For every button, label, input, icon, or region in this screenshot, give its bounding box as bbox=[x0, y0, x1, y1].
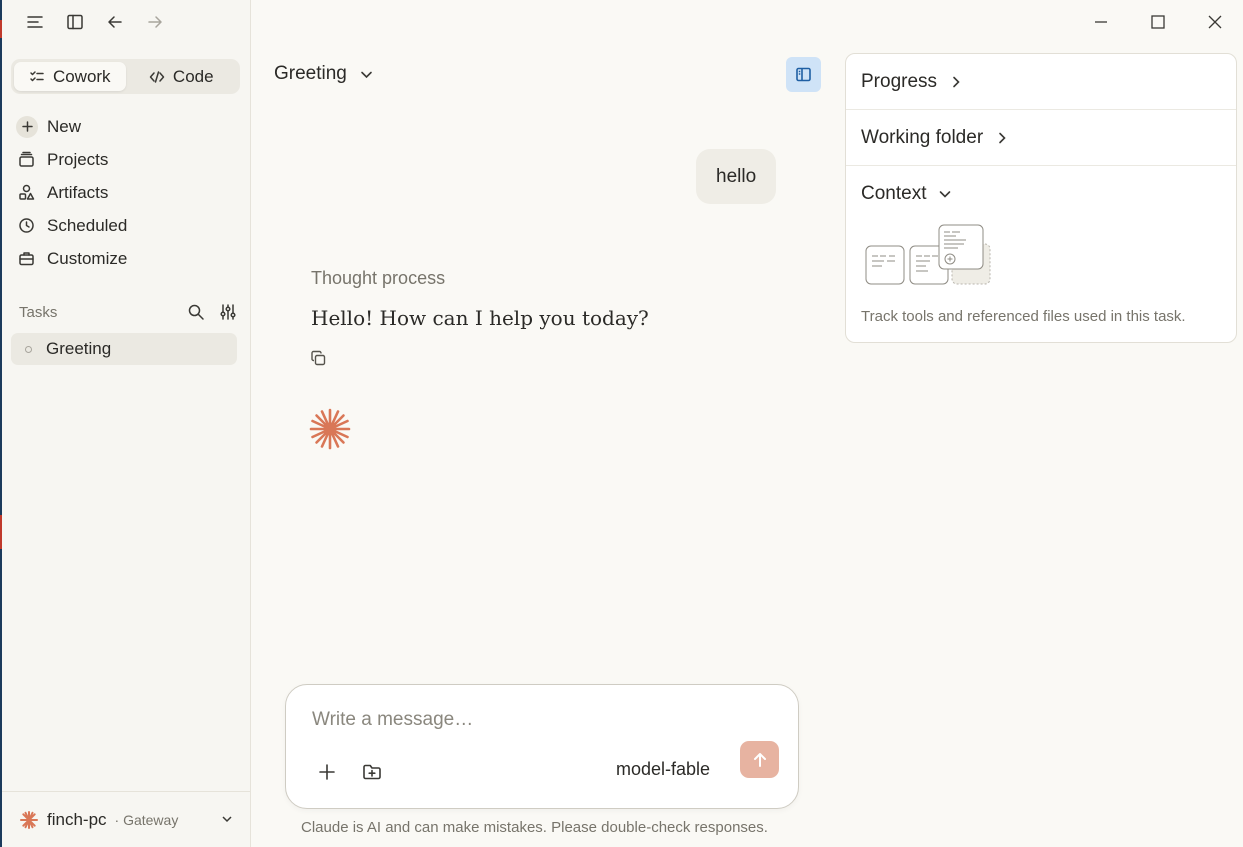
code-tab[interactable]: Code bbox=[126, 62, 238, 91]
user-message: hello bbox=[696, 149, 777, 204]
context-caption: Track tools and referenced files used in… bbox=[861, 308, 1186, 325]
account-switcher[interactable]: finch-pc · Gateway bbox=[2, 791, 250, 847]
arrow-up-icon bbox=[753, 752, 766, 767]
claude-spark-icon bbox=[309, 408, 351, 455]
arrow-right-icon[interactable] bbox=[142, 10, 168, 34]
filter-icon[interactable] bbox=[219, 303, 237, 321]
sidebar-item-customize[interactable]: Customize bbox=[16, 242, 238, 275]
menu-icon[interactable] bbox=[22, 10, 48, 34]
titlebar-nav bbox=[22, 10, 168, 34]
message-input[interactable] bbox=[312, 709, 772, 731]
folder-plus-icon bbox=[363, 764, 381, 780]
chat-title: Greeting bbox=[274, 63, 347, 84]
sidebar-item-new[interactable]: New bbox=[16, 110, 238, 143]
cowork-label: Cowork bbox=[52, 66, 111, 86]
chevron-down-icon bbox=[940, 191, 951, 198]
side-panel: Progress Working folder Context Track to… bbox=[845, 53, 1237, 343]
tasks-actions bbox=[187, 303, 237, 321]
close-button[interactable] bbox=[1186, 8, 1243, 36]
maximize-button[interactable] bbox=[1129, 8, 1186, 36]
progress-label: Progress bbox=[861, 70, 938, 92]
device-gateway: · Gateway bbox=[114, 811, 179, 828]
claude-logo-icon bbox=[20, 810, 38, 829]
sidebar-item-projects[interactable]: Projects bbox=[16, 143, 238, 176]
send-button[interactable] bbox=[740, 741, 779, 778]
sidebar-item-artifacts[interactable]: Artifacts bbox=[16, 176, 238, 209]
copy-button[interactable] bbox=[310, 350, 327, 372]
message-composer: model-fable bbox=[285, 684, 799, 809]
sidebar-toggle-icon[interactable] bbox=[62, 10, 88, 34]
mode-switch: Cowork Code bbox=[11, 59, 240, 94]
disclaimer-text: Claude is AI and can make mistakes. Plea… bbox=[301, 819, 768, 836]
context-illustration bbox=[864, 222, 994, 293]
sidebar-item-label: Scheduled bbox=[47, 215, 128, 235]
briefcase-icon bbox=[19, 252, 34, 266]
search-icon[interactable] bbox=[187, 303, 205, 321]
context-section-toggle[interactable]: Context bbox=[846, 166, 1236, 222]
chevron-right-icon bbox=[953, 76, 960, 87]
cowork-icon bbox=[30, 70, 44, 81]
assistant-message: Hello! How can I help you today? bbox=[311, 306, 649, 330]
sidebar: Cowork Code New Projects Artifacts Sched… bbox=[2, 0, 251, 847]
context-label: Context bbox=[861, 183, 927, 204]
chevron-right-icon bbox=[999, 132, 1006, 143]
tasks-title: Tasks bbox=[19, 303, 58, 321]
task-item-greeting[interactable]: Greeting bbox=[11, 333, 237, 365]
working-folder-label: Working folder bbox=[861, 126, 984, 148]
side-panel-toggle-button[interactable] bbox=[786, 57, 821, 92]
sidebar-item-label: Projects bbox=[47, 149, 109, 169]
progress-section-toggle[interactable]: Progress bbox=[846, 54, 1236, 110]
sidebar-item-label: New bbox=[47, 116, 82, 136]
plus-icon bbox=[16, 115, 38, 138]
thought-process-toggle[interactable]: Thought process bbox=[311, 268, 445, 289]
chevron-down-icon bbox=[220, 812, 234, 831]
minimize-button[interactable] bbox=[1072, 8, 1129, 36]
minimize-icon bbox=[1094, 21, 1107, 23]
artifacts-icon bbox=[19, 184, 35, 200]
plus-icon bbox=[319, 764, 335, 780]
panel-right-icon bbox=[796, 67, 811, 82]
sidebar-nav: New Projects Artifacts Scheduled Customi… bbox=[16, 110, 238, 275]
chevron-down-icon bbox=[361, 71, 372, 78]
task-status-dot bbox=[25, 345, 32, 353]
task-item-label: Greeting bbox=[46, 339, 112, 358]
sidebar-item-label: Customize bbox=[47, 248, 128, 268]
code-icon bbox=[149, 70, 165, 83]
model-selector[interactable]: model-fable bbox=[616, 759, 710, 780]
device-name: finch-pc bbox=[47, 809, 107, 829]
add-folder-button[interactable] bbox=[357, 757, 387, 787]
clock-icon bbox=[19, 218, 34, 233]
maximize-icon bbox=[1150, 15, 1165, 29]
arrow-left-icon[interactable] bbox=[102, 10, 128, 34]
close-icon bbox=[1208, 15, 1221, 29]
tasks-header: Tasks bbox=[19, 303, 237, 321]
sidebar-item-scheduled[interactable]: Scheduled bbox=[16, 209, 238, 242]
sidebar-item-label: Artifacts bbox=[47, 182, 109, 202]
window-controls bbox=[1072, 8, 1243, 36]
add-button[interactable] bbox=[312, 757, 342, 787]
cowork-tab[interactable]: Cowork bbox=[14, 62, 126, 91]
chat-title-dropdown[interactable]: Greeting bbox=[274, 63, 374, 85]
projects-icon bbox=[19, 151, 34, 167]
copy-icon bbox=[311, 350, 326, 366]
working-folder-section-toggle[interactable]: Working folder bbox=[846, 110, 1236, 166]
user-message-text: hello bbox=[716, 165, 757, 187]
code-label: Code bbox=[172, 66, 214, 86]
